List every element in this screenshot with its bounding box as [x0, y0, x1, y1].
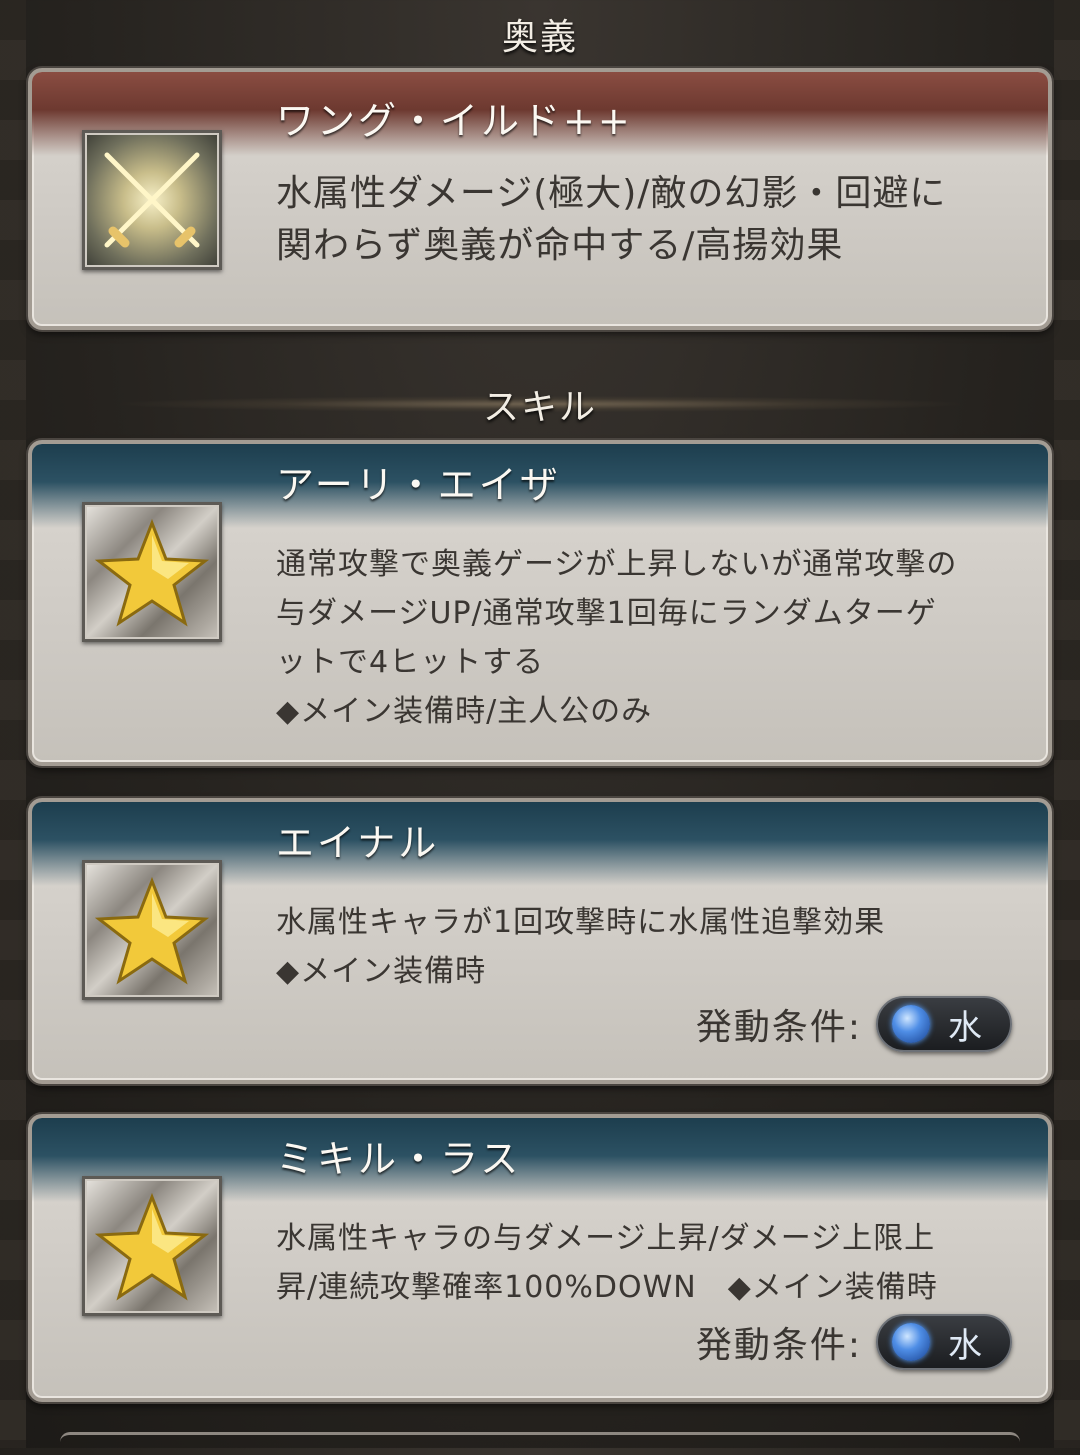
skill-desc-line: ◆メイン装備時	[276, 954, 487, 989]
element-label: 水	[948, 1007, 982, 1048]
activation-condition: 発動条件: 水	[696, 1312, 1012, 1372]
element-badge: 水	[876, 1314, 1012, 1370]
skill-desc-line: ットで4ヒットする	[276, 645, 545, 680]
skill-description: 水属性キャラが1回攻撃時に水属性追撃効果 ◆メイン装備時	[276, 898, 1018, 996]
skill-card-3[interactable]: ミキル・ラス 水属性キャラの与ダメージ上昇/ダメージ上限上 昇/連続攻撃確率10…	[28, 1114, 1052, 1402]
ougi-desc-line: 水属性ダメージ(極大)/敵の幻影・回避に	[276, 173, 947, 214]
skill-desc-line: 水属性キャラが1回攻撃時に水属性追撃効果	[276, 905, 886, 940]
skill-desc-line: 水属性キャラの与ダメージ上昇/ダメージ上限上	[276, 1221, 936, 1256]
condition-label: 発動条件:	[695, 1007, 862, 1048]
water-element-icon	[892, 1005, 930, 1043]
ougi-description: 水属性ダメージ(極大)/敵の幻影・回避に 関わらず奥義が命中する/高揚効果	[276, 168, 1018, 272]
section-header-skill: スキル	[482, 387, 597, 428]
skill-desc-line: 昇/連続攻撃確率100%DOWN ◆メイン装備時	[276, 1270, 938, 1305]
water-element-icon	[892, 1323, 930, 1361]
skill-card-2[interactable]: エイナル 水属性キャラが1回攻撃時に水属性追撃効果 ◆メイン装備時 発動条件: …	[28, 798, 1052, 1084]
skill-description: 通常攻撃で奥義ゲージが上昇しないが通常攻撃の 与ダメージUP/通常攻撃1回毎にラ…	[276, 540, 1018, 736]
star-icon	[82, 502, 222, 642]
element-badge: 水	[876, 996, 1012, 1052]
ougi-desc-line: 関わらず奥義が命中する/高揚効果	[276, 225, 844, 266]
section-header-ougi: 奥義	[501, 17, 578, 58]
skill-name: アーリ・エイザ	[276, 463, 561, 507]
ougi-name: ワング・イルド++	[276, 99, 633, 143]
activation-condition: 発動条件: 水	[696, 994, 1012, 1054]
star-icon	[82, 860, 222, 1000]
star-icon	[82, 1176, 222, 1316]
skill-desc-line: 通常攻撃で奥義ゲージが上昇しないが通常攻撃の	[276, 547, 958, 582]
next-card-edge	[60, 1432, 1020, 1455]
left-ornament	[0, 0, 26, 1448]
skill-card-1[interactable]: アーリ・エイザ 通常攻撃で奥義ゲージが上昇しないが通常攻撃の 与ダメージUP/通…	[28, 440, 1052, 766]
right-ornament	[1054, 0, 1080, 1448]
skill-name: ミキル・ラス	[276, 1137, 522, 1181]
skill-desc-line: ◆メイン装備時/主人公のみ	[276, 694, 653, 729]
condition-label: 発動条件:	[695, 1325, 862, 1366]
skill-desc-line: 与ダメージUP/通常攻撃1回毎にランダムターゲ	[276, 596, 937, 631]
crossed-swords-icon	[82, 130, 222, 270]
skill-description: 水属性キャラの与ダメージ上昇/ダメージ上限上 昇/連続攻撃確率100%DOWN …	[276, 1214, 1018, 1312]
element-label: 水	[948, 1325, 982, 1366]
ougi-card[interactable]: ワング・イルド++ 水属性ダメージ(極大)/敵の幻影・回避に 関わらず奥義が命中…	[28, 68, 1052, 330]
skill-name: エイナル	[276, 821, 440, 865]
